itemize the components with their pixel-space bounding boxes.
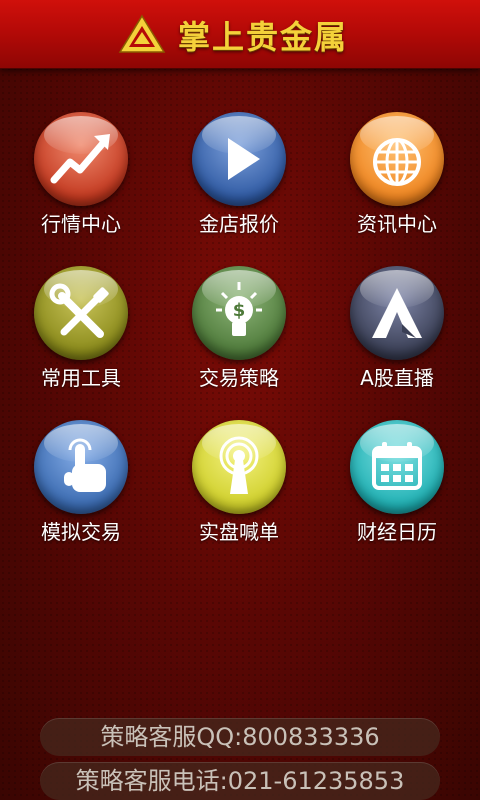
menu-item-news-center[interactable]: 资讯中心 <box>322 112 472 248</box>
market-orb <box>34 112 128 206</box>
lightbulb-icon: $ <box>216 282 262 336</box>
menu-item-gold-store-price[interactable]: 金店报价 <box>164 112 314 248</box>
service-phone-button[interactable]: 策略客服电话:021-61235853 <box>40 762 440 800</box>
calendar-orb <box>350 420 444 514</box>
live-call-orb <box>192 420 286 514</box>
svg-text:$: $ <box>233 300 246 321</box>
strategy-orb: $ <box>192 266 286 360</box>
menu-item-market-center[interactable]: 行情中心 <box>6 112 156 248</box>
function-grid: 行情中心 金店报价 资讯中心 常用工具 $ 交易策略 A股直播 模拟交易 实盘喊… <box>0 0 480 800</box>
menu-item-label: 金店报价 <box>199 212 279 236</box>
menu-item-a-share-live[interactable]: A股直播 <box>322 266 472 402</box>
trend-up-icon <box>50 134 110 184</box>
menu-item-label: 财经日历 <box>357 520 437 544</box>
menu-item-label: 交易策略 <box>199 366 279 390</box>
menu-item-live-call[interactable]: 实盘喊单 <box>164 420 314 556</box>
gold-store-orb <box>192 112 286 206</box>
touch-hand-icon <box>64 438 106 492</box>
menu-item-label: 资讯中心 <box>357 212 437 236</box>
a-share-orb <box>350 266 444 360</box>
service-qq-button[interactable]: 策略客服QQ:800833336 <box>40 718 440 756</box>
tools-icon <box>49 283 109 338</box>
menu-item-common-tools[interactable]: 常用工具 <box>6 266 156 402</box>
calendar-icon <box>372 442 422 490</box>
menu-item-simulated-trading[interactable]: 模拟交易 <box>6 420 156 556</box>
menu-item-label: A股直播 <box>360 366 434 390</box>
menu-item-trading-strategy[interactable]: $ 交易策略 <box>164 266 314 402</box>
menu-item-label: 实盘喊单 <box>199 520 279 544</box>
play-icon <box>228 138 260 180</box>
simulated-orb <box>34 420 128 514</box>
menu-item-label: 行情中心 <box>41 212 121 236</box>
letter-a-icon <box>372 288 422 338</box>
menu-item-finance-calendar[interactable]: 财经日历 <box>322 420 472 556</box>
tools-orb <box>34 266 128 360</box>
news-orb <box>350 112 444 206</box>
globe-icon <box>373 138 421 186</box>
broadcast-icon <box>219 436 259 494</box>
menu-item-label: 模拟交易 <box>41 520 121 544</box>
menu-item-label: 常用工具 <box>41 366 121 390</box>
